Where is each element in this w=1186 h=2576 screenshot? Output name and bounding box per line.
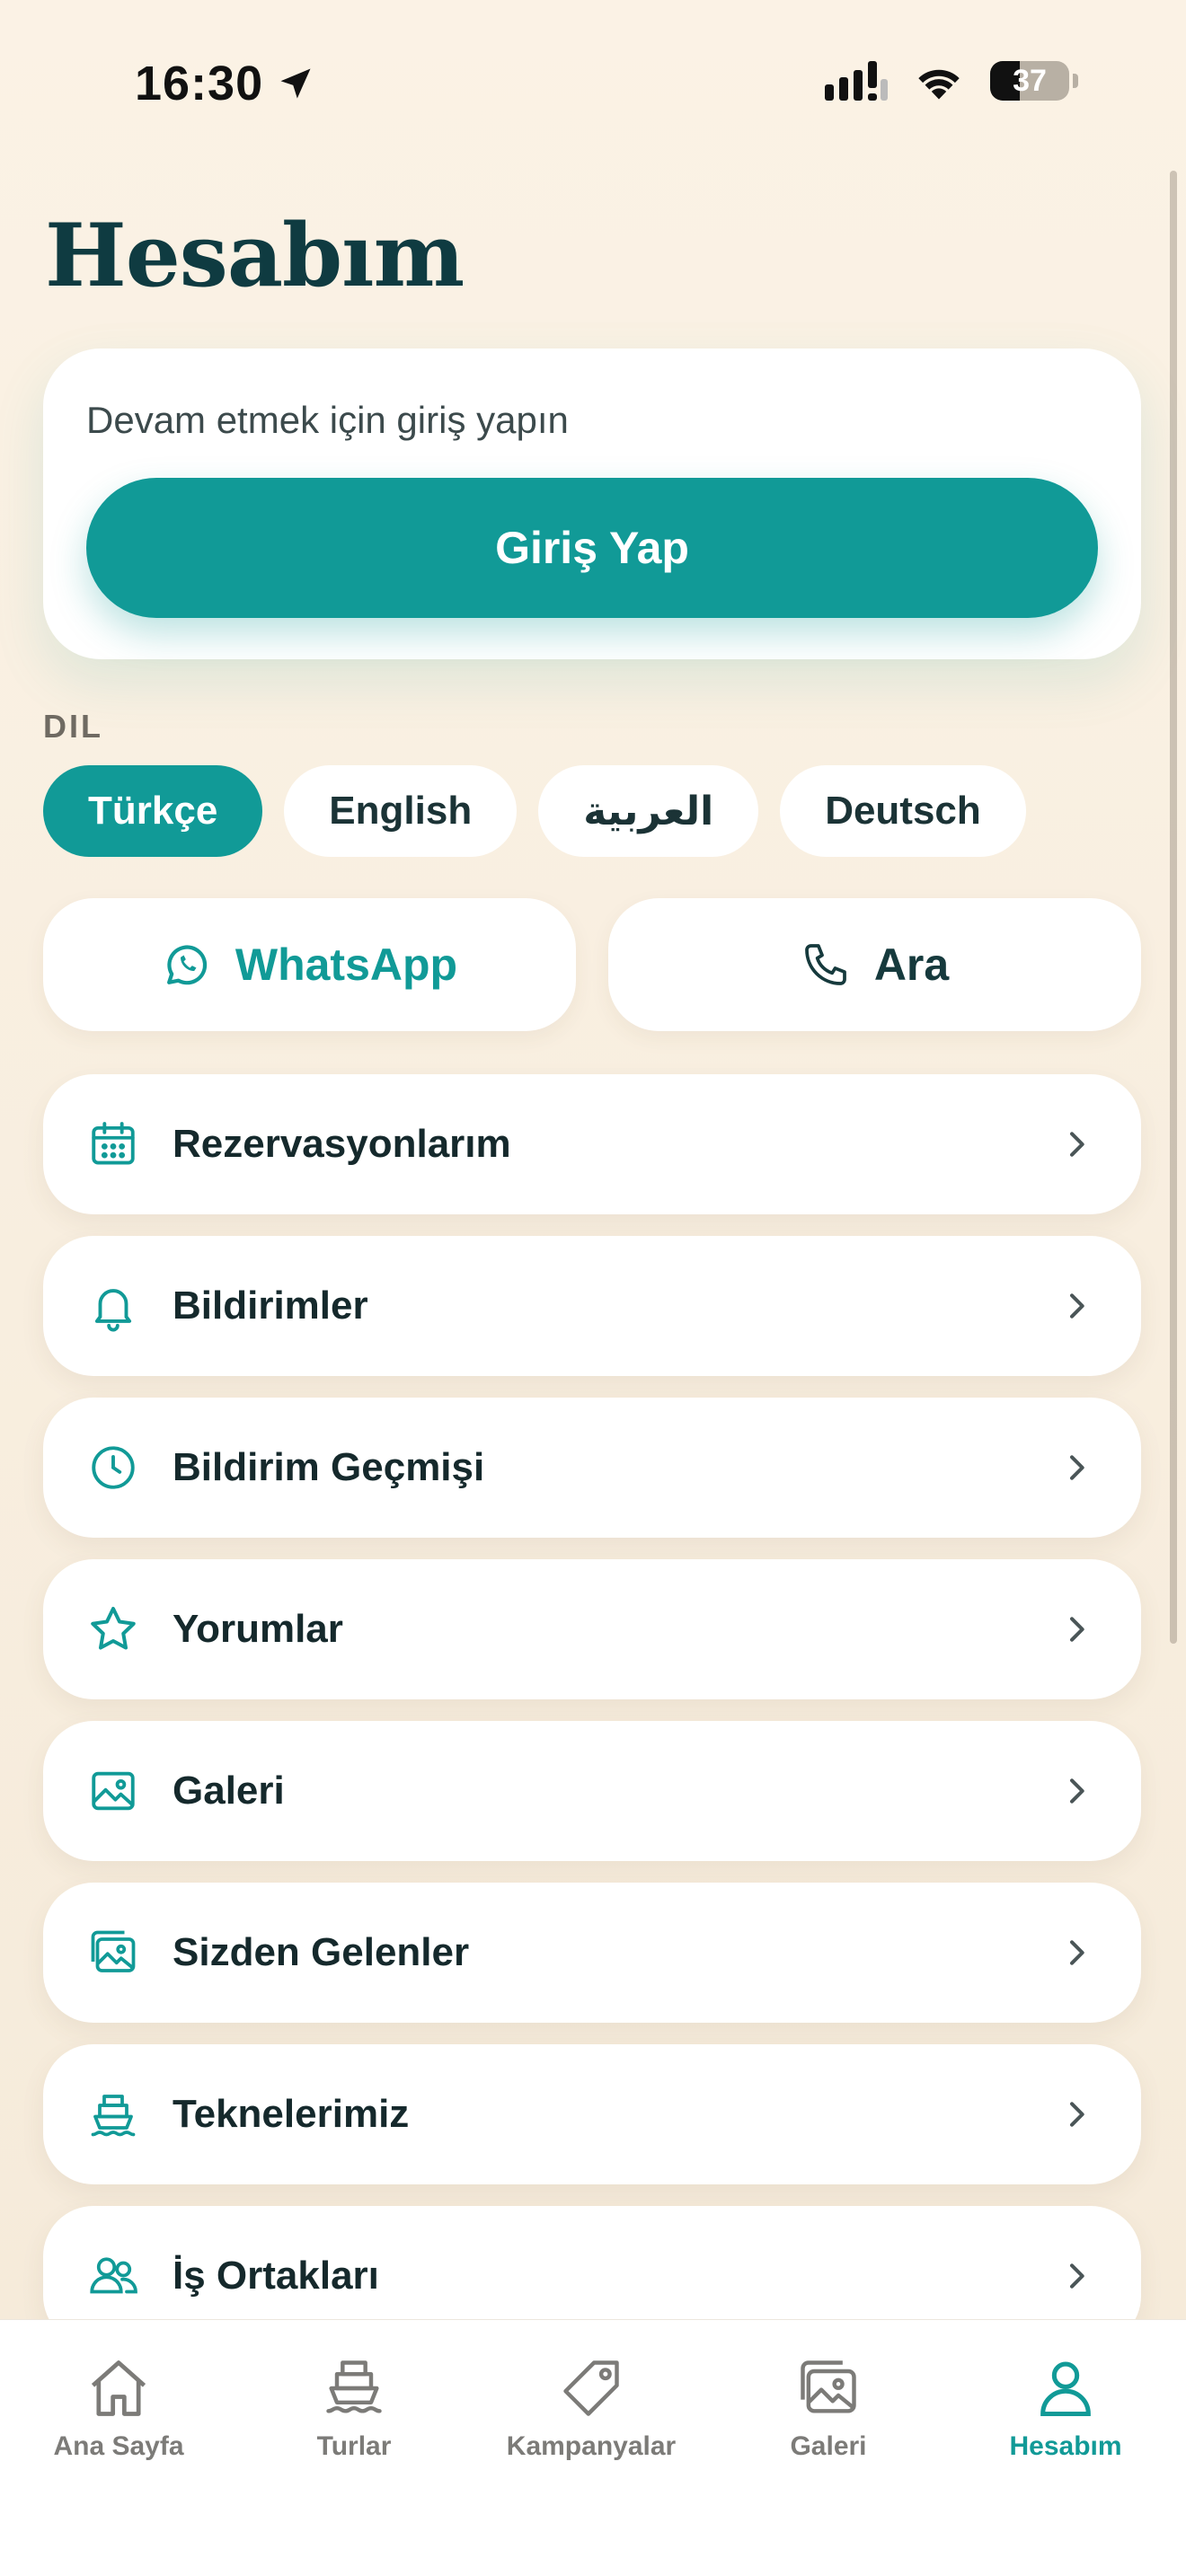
menu-item-user-submissions[interactable]: Sizden Gelenler: [43, 1883, 1141, 2023]
menu-item-label: Rezervasyonlarım: [173, 1122, 511, 1166]
tab-gallery[interactable]: Galeri: [721, 2354, 936, 2462]
language-option-arabic[interactable]: العربية: [538, 765, 759, 857]
whatsapp-button[interactable]: WhatsApp: [43, 898, 576, 1031]
login-prompt: Devam etmek için giriş yapın: [86, 399, 569, 441]
menu-item-reservations[interactable]: Rezervasyonlarım: [43, 1074, 1141, 1214]
status-bar: 16:30 37: [0, 0, 1186, 171]
tab-label: Turlar: [316, 2431, 392, 2461]
users-icon: [86, 2249, 140, 2303]
home-icon: [91, 2360, 146, 2416]
star-icon: [86, 1602, 140, 1656]
images-icon: [86, 1926, 140, 1980]
gallery-icon: [801, 2360, 856, 2413]
bell-icon: [86, 1279, 140, 1333]
battery-level: 37: [1013, 63, 1047, 98]
location-arrow-icon: [280, 68, 311, 99]
tag-icon: [563, 2360, 619, 2416]
contact-row: WhatsApp Ara: [43, 898, 1141, 1031]
chevron-right-icon: [1070, 1940, 1084, 1965]
whatsapp-icon: [166, 945, 208, 985]
tab-home[interactable]: Ana Sayfa: [11, 2354, 226, 2462]
whatsapp-label: WhatsApp: [235, 940, 458, 990]
account-menu: Rezervasyonlarım Bildirimler Bildirim Ge…: [43, 1074, 1141, 2368]
tab-label: Hesabım: [1009, 2431, 1122, 2461]
menu-item-label: Teknelerimiz: [173, 2092, 410, 2136]
language-option-english[interactable]: English: [284, 765, 518, 857]
login-card: Devam etmek için giriş yapın Giriş Yap: [43, 348, 1141, 659]
phone-icon: [804, 944, 846, 985]
tab-campaigns[interactable]: Kampanyalar: [483, 2354, 699, 2462]
menu-item-label: Yorumlar: [173, 1607, 343, 1651]
tab-tours[interactable]: Turlar: [246, 2354, 462, 2462]
calendar-icon: [86, 1117, 140, 1171]
status-time-text: 16:30: [135, 57, 264, 110]
menu-item-gallery[interactable]: Galeri: [43, 1721, 1141, 1861]
chevron-right-icon: [1070, 1132, 1084, 1157]
scroll-indicator[interactable]: [1170, 171, 1177, 1644]
tab-label: Galeri: [790, 2431, 867, 2461]
menu-item-label: Sizden Gelenler: [173, 1930, 470, 1974]
tab-account[interactable]: Hesabım: [958, 2354, 1173, 2462]
wifi-icon: [918, 69, 960, 100]
chevron-right-icon: [1070, 1455, 1084, 1480]
chevron-right-icon: [1070, 2102, 1084, 2127]
language-section-label: DIL: [43, 708, 103, 745]
battery-icon: 37: [990, 61, 1069, 101]
tab-label: Kampanyalar: [506, 2431, 677, 2461]
chevron-right-icon: [1070, 1778, 1084, 1804]
tab-label: Ana Sayfa: [53, 2431, 184, 2461]
menu-item-our-boats[interactable]: Teknelerimiz: [43, 2044, 1141, 2184]
menu-item-notification-history[interactable]: Bildirim Geçmişi: [43, 1398, 1141, 1538]
chevron-right-icon: [1070, 1293, 1084, 1319]
chevron-right-icon: [1070, 2263, 1084, 2289]
menu-item-label: İş Ortakları: [173, 2254, 379, 2298]
menu-item-reviews[interactable]: Yorumlar: [43, 1559, 1141, 1699]
language-option-turkish[interactable]: Türkçe: [43, 765, 263, 857]
language-option-german[interactable]: Deutsch: [780, 765, 1026, 857]
boat-icon: [86, 2087, 140, 2141]
chevron-right-icon: [1070, 1617, 1084, 1642]
menu-item-notifications[interactable]: Bildirimler: [43, 1236, 1141, 1376]
clock-icon: [86, 1441, 140, 1495]
image-icon: [86, 1764, 140, 1818]
menu-item-label: Bildirimler: [173, 1284, 368, 1328]
status-indicators: 37: [825, 61, 1078, 101]
call-label: Ara: [873, 940, 950, 990]
signal-icon: [825, 61, 888, 101]
menu-item-label: Bildirim Geçmişi: [173, 1445, 485, 1489]
menu-item-label: Galeri: [173, 1769, 285, 1813]
bottom-tab-bar: Ana Sayfa Turlar Kampanyalar Galeri Hesa…: [0, 2319, 1186, 2576]
user-icon: [1040, 2361, 1091, 2417]
status-time: 16:30: [135, 56, 315, 111]
boat-icon: [326, 2360, 382, 2413]
page-title: Hesabım: [45, 205, 465, 306]
call-button[interactable]: Ara: [608, 898, 1141, 1031]
login-button[interactable]: Giriş Yap: [86, 478, 1098, 618]
language-selector: Türkçe English العربية Deutsch: [43, 765, 1026, 857]
